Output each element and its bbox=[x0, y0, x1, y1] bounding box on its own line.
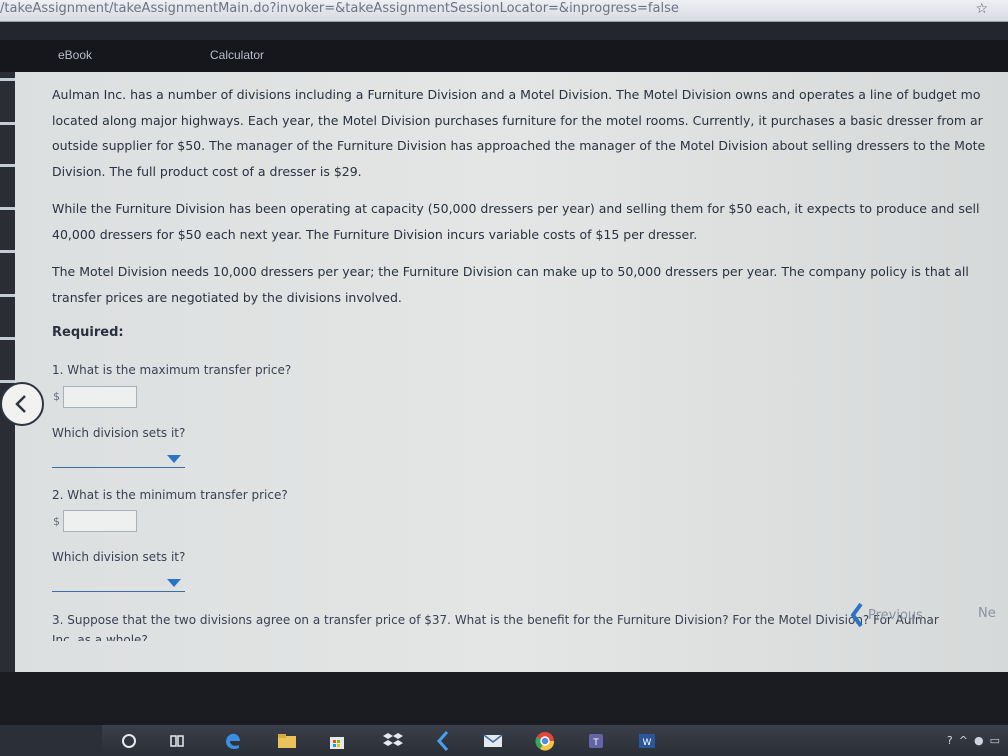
question-1-division-label: Which division sets it? bbox=[52, 426, 186, 440]
mail-icon[interactable] bbox=[482, 730, 504, 752]
problem-paragraph-2: While the Furniture Division has been op… bbox=[52, 201, 980, 242]
question-1-label: 1. What is the maximum transfer price? bbox=[52, 363, 292, 377]
word-icon[interactable]: W bbox=[636, 730, 658, 752]
cortana-icon[interactable] bbox=[118, 730, 140, 752]
problem-paragraph-3: The Motel Division needs 10,000 dressers… bbox=[52, 264, 969, 305]
chevron-up-icon[interactable]: ^ bbox=[959, 734, 968, 747]
previous-label: Previous bbox=[868, 607, 923, 623]
os-taskbar: T W ? ^ ● ▭ bbox=[0, 725, 1008, 756]
address-bar[interactable]: /takeAssignment/takeAssignmentMain.do?in… bbox=[0, 0, 1008, 22]
max-transfer-price-input[interactable] bbox=[63, 386, 137, 408]
currency-symbol: $ bbox=[53, 515, 60, 528]
store-icon[interactable] bbox=[326, 730, 348, 752]
back-button[interactable] bbox=[0, 382, 44, 426]
file-explorer-icon[interactable] bbox=[276, 730, 298, 752]
question-2-label: 2. What is the minimum transfer price? bbox=[52, 488, 288, 502]
task-view-icon[interactable] bbox=[166, 730, 188, 752]
previous-button[interactable]: Previous bbox=[850, 602, 923, 628]
min-transfer-price-input[interactable] bbox=[63, 510, 137, 532]
toolbar-gap bbox=[0, 22, 1008, 40]
chevron-left-icon bbox=[850, 602, 863, 628]
q1-division-select[interactable] bbox=[52, 450, 185, 468]
question-3-label-cont: Inc. as a whole? bbox=[52, 633, 148, 641]
left-rail bbox=[0, 72, 15, 672]
question-panel: Aulman Inc. has a number of divisions in… bbox=[15, 72, 1008, 672]
bookmark-star-icon[interactable]: ☆ bbox=[975, 1, 988, 17]
edge-icon[interactable] bbox=[222, 730, 244, 752]
dropdown-caret-icon bbox=[167, 579, 181, 587]
top-nav: eBook Calculator bbox=[0, 40, 1008, 72]
chevron-left-icon bbox=[15, 395, 26, 413]
url-text[interactable]: /takeAssignment/takeAssignmentMain.do?in… bbox=[0, 1, 679, 16]
svg-text:W: W bbox=[643, 738, 652, 748]
currency-symbol: $ bbox=[53, 390, 60, 403]
notification-icon[interactable]: ▭ bbox=[990, 734, 1000, 747]
svg-text:T: T bbox=[592, 738, 599, 748]
teams-icon[interactable]: T bbox=[586, 730, 608, 752]
question-2-division-label: Which division sets it? bbox=[52, 550, 186, 564]
dropdown-caret-icon bbox=[167, 455, 181, 463]
required-heading: Required: bbox=[52, 325, 124, 340]
problem-paragraph-1: Aulman Inc. has a number of divisions in… bbox=[52, 87, 986, 179]
chrome-icon[interactable] bbox=[534, 730, 556, 752]
help-icon[interactable]: ? bbox=[947, 734, 953, 747]
tab-ebook[interactable]: eBook bbox=[58, 48, 92, 62]
system-tray: ? ^ ● ▭ bbox=[947, 734, 1000, 747]
next-button[interactable]: Ne bbox=[978, 606, 996, 621]
dropbox-icon[interactable] bbox=[382, 730, 404, 752]
q2-division-select[interactable] bbox=[52, 574, 185, 592]
network-icon[interactable]: ● bbox=[974, 734, 984, 747]
question-3-label: 3. Suppose that the two divisions agree … bbox=[52, 613, 939, 627]
tab-calculator[interactable]: Calculator bbox=[210, 48, 264, 62]
arrow-app-icon[interactable] bbox=[432, 730, 454, 752]
